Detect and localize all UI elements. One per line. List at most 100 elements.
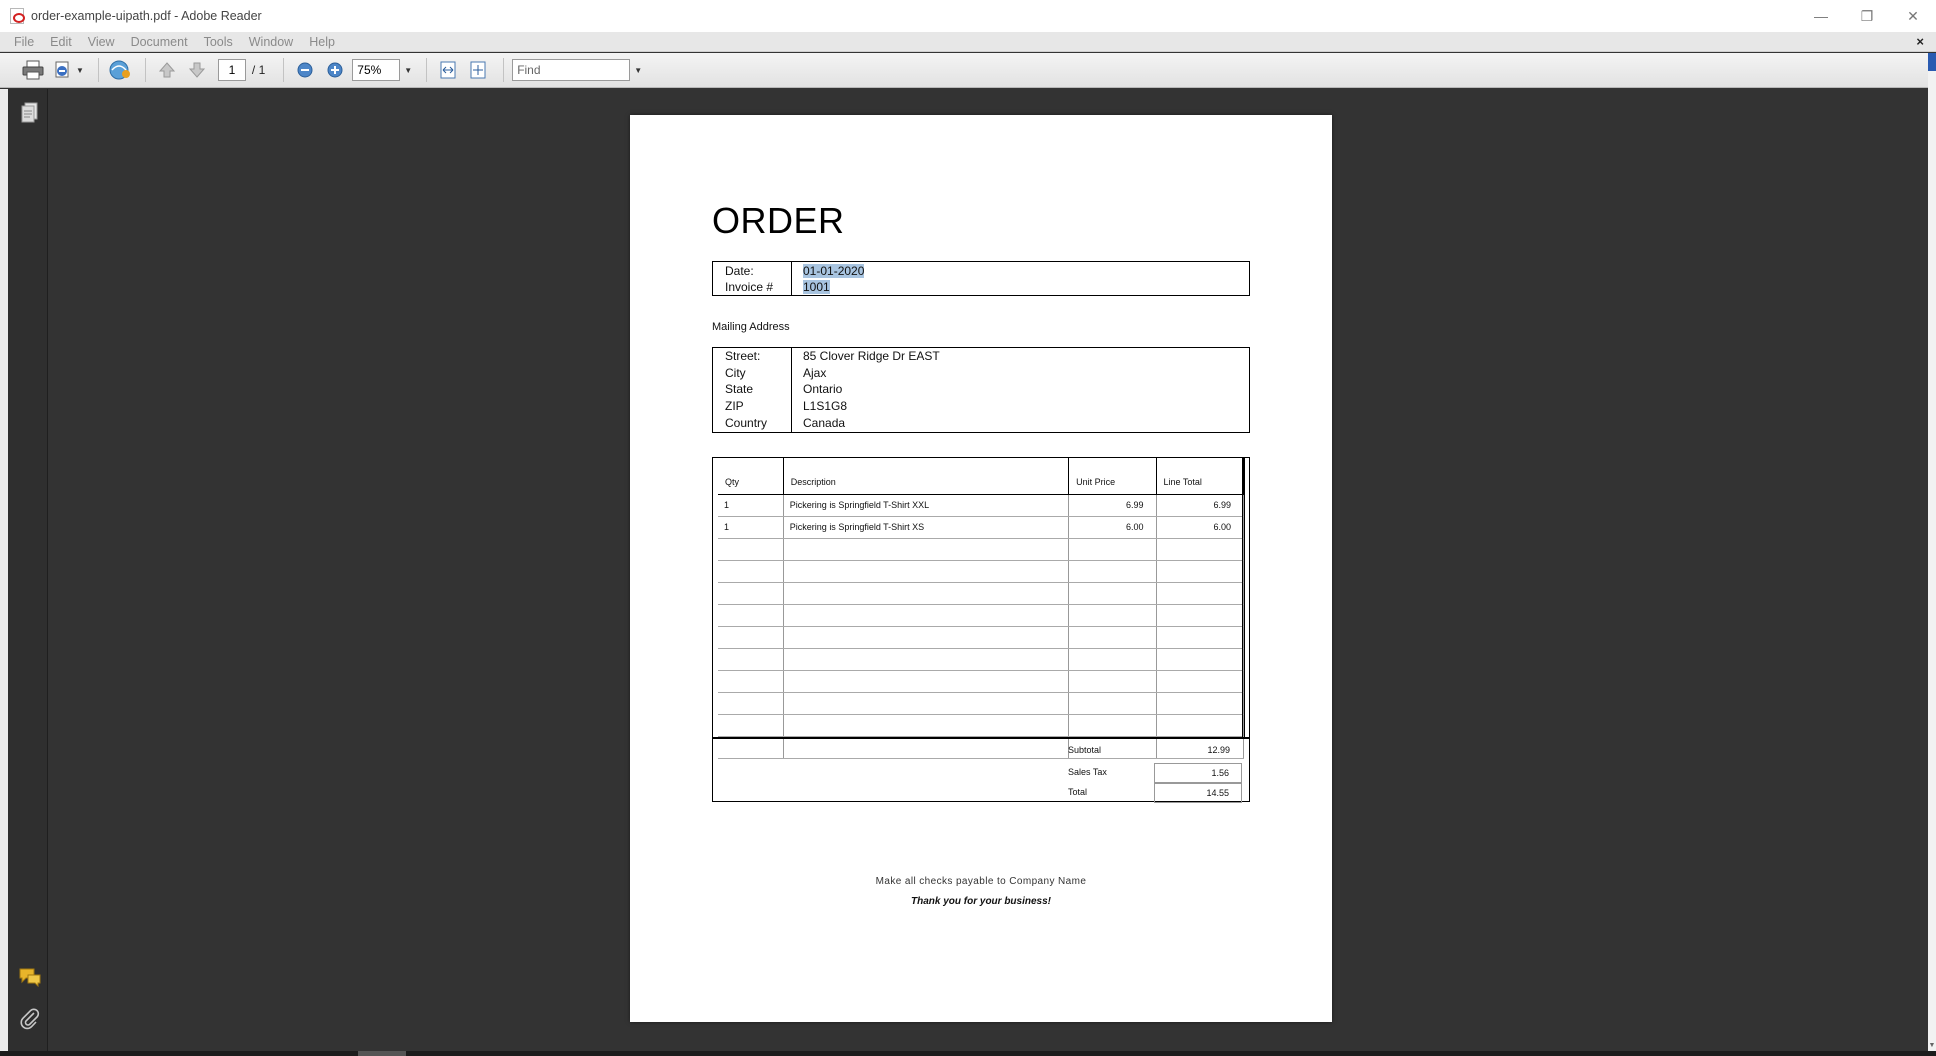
table-header-row: Qty Description Unit Price Line Total bbox=[718, 458, 1245, 495]
unit-price-cell bbox=[1068, 626, 1157, 649]
window-controls: — ❐ ✕ bbox=[1798, 0, 1936, 32]
qty-cell bbox=[718, 736, 784, 759]
title-bar: order-example-uipath.pdf - Adobe Reader … bbox=[0, 0, 1936, 32]
table-row bbox=[718, 538, 1245, 561]
fit-width-icon[interactable] bbox=[435, 57, 461, 83]
line-total-cell bbox=[1156, 648, 1245, 671]
qty-cell: 1 bbox=[718, 516, 784, 539]
horizontal-scrollbar[interactable] bbox=[0, 1051, 1936, 1056]
city-label: City bbox=[725, 366, 746, 380]
line-total-cell bbox=[1156, 692, 1245, 715]
menu-tools[interactable]: Tools bbox=[196, 35, 241, 49]
qty-cell bbox=[718, 714, 784, 737]
print-icon[interactable] bbox=[20, 57, 46, 83]
column-header-unit-price: Unit Price bbox=[1068, 458, 1157, 495]
page-total: / 1 bbox=[251, 63, 266, 77]
vertical-scrollbar[interactable]: ▼ bbox=[1928, 53, 1936, 1051]
table-row bbox=[718, 692, 1245, 715]
left-edge bbox=[0, 89, 8, 1056]
description-cell bbox=[783, 648, 1070, 671]
column-header-line-total: Line Total bbox=[1156, 458, 1245, 495]
menu-bar: File Edit View Document Tools Window Hel… bbox=[0, 32, 1936, 52]
table-row bbox=[718, 626, 1245, 649]
date-value[interactable]: 01-01-2020 bbox=[803, 264, 865, 278]
qty-cell bbox=[718, 560, 784, 583]
zoom-level-input[interactable]: 75% bbox=[352, 59, 401, 81]
thank-you-note: Thank you for your business! bbox=[910, 896, 1052, 907]
total-value: 14.55 bbox=[1154, 783, 1242, 803]
invoice-value[interactable]: 1001 bbox=[803, 280, 830, 294]
zoom-out-icon[interactable] bbox=[292, 57, 318, 83]
payment-note: Make all checks payable to Company Name bbox=[875, 876, 1087, 887]
description-cell bbox=[783, 736, 1070, 759]
column-header-description: Description bbox=[783, 458, 1070, 495]
qty-cell bbox=[718, 626, 784, 649]
close-button[interactable]: ✕ bbox=[1890, 0, 1936, 32]
menu-file[interactable]: File bbox=[6, 35, 42, 49]
scroll-down-arrow[interactable]: ▼ bbox=[1928, 1042, 1936, 1049]
address-box: Street: 85 Clover Ridge Dr EAST City Aja… bbox=[712, 347, 1250, 433]
zoom-dropdown[interactable]: ▼ bbox=[404, 66, 412, 75]
invoice-info-box: Date: Invoice # 01-01-2020 1001 bbox=[712, 261, 1250, 296]
horizontal-scroll-thumb[interactable] bbox=[358, 1051, 406, 1056]
unit-price-cell: 6.00 bbox=[1068, 516, 1157, 539]
window-title: order-example-uipath.pdf - Adobe Reader bbox=[31, 9, 262, 23]
comments-icon[interactable] bbox=[18, 965, 42, 989]
menu-document[interactable]: Document bbox=[123, 35, 196, 49]
table-row: 1 Pickering is Springfield T-Shirt XS 6.00… bbox=[718, 516, 1245, 539]
table-row bbox=[718, 648, 1245, 671]
menu-help[interactable]: Help bbox=[301, 35, 343, 49]
toolbar: ▼ 1 / 1 75% ▼ Find ▼ bbox=[0, 53, 1936, 88]
state-label: State bbox=[725, 382, 754, 396]
create-pdf-icon[interactable] bbox=[50, 57, 76, 83]
pages-panel-icon[interactable] bbox=[18, 101, 42, 125]
description-cell bbox=[783, 626, 1070, 649]
table-row bbox=[718, 670, 1245, 693]
menu-view[interactable]: View bbox=[80, 35, 123, 49]
unit-price-cell: 6.99 bbox=[1068, 494, 1157, 517]
pdf-page: ORDER Date: Invoice # 01-01-2020 1001 Ma… bbox=[630, 115, 1332, 1022]
table-row: 1 Pickering is Springfield T-Shirt XXL 6.9… bbox=[718, 494, 1245, 517]
collaborate-icon[interactable] bbox=[107, 57, 133, 83]
zip-label: ZIP bbox=[725, 399, 744, 413]
unit-price-cell bbox=[1068, 604, 1157, 627]
description-cell: Pickering is Springfield T-Shirt XXL bbox=[783, 494, 1070, 517]
unit-price-cell bbox=[1068, 582, 1157, 605]
description-cell: Pickering is Springfield T-Shirt XS bbox=[783, 516, 1070, 539]
fit-page-icon[interactable] bbox=[465, 57, 491, 83]
find-dropdown[interactable]: ▼ bbox=[634, 66, 642, 75]
create-pdf-dropdown[interactable]: ▼ bbox=[76, 66, 84, 75]
find-input[interactable]: Find bbox=[512, 59, 631, 81]
total-label: Total bbox=[1068, 787, 1088, 797]
next-page-icon[interactable] bbox=[184, 57, 210, 83]
qty-cell: 1 bbox=[718, 494, 784, 517]
minimize-button[interactable]: — bbox=[1798, 0, 1844, 32]
previous-page-icon[interactable] bbox=[154, 57, 180, 83]
zip-value: L1S1G8 bbox=[803, 399, 848, 413]
line-total-cell bbox=[1156, 626, 1245, 649]
street-label: Street: bbox=[725, 349, 761, 363]
line-total-cell bbox=[1156, 582, 1245, 605]
restore-button[interactable]: ❐ bbox=[1844, 0, 1890, 32]
qty-cell bbox=[718, 692, 784, 715]
description-cell bbox=[783, 670, 1070, 693]
unit-price-cell bbox=[1068, 692, 1157, 715]
zoom-in-icon[interactable] bbox=[322, 57, 348, 83]
qty-cell bbox=[718, 538, 784, 561]
line-total-cell: 6.99 bbox=[1156, 494, 1245, 517]
document-heading: ORDER bbox=[712, 200, 845, 241]
order-items-box: Qty Description Unit Price Line Total 1P… bbox=[712, 457, 1250, 803]
line-total-cell bbox=[1156, 560, 1245, 583]
page-number-input[interactable]: 1 bbox=[217, 59, 246, 81]
attachment-icon[interactable] bbox=[18, 1007, 42, 1031]
pdf-file-icon bbox=[10, 8, 25, 24]
scroll-thumb[interactable] bbox=[1928, 53, 1936, 71]
order-items-table: Qty Description Unit Price Line Total 1P… bbox=[718, 458, 1245, 759]
unit-price-cell bbox=[1068, 648, 1157, 671]
menu-window[interactable]: Window bbox=[241, 35, 301, 49]
table-row bbox=[718, 714, 1245, 737]
country-label: Country bbox=[725, 416, 768, 430]
menu-edit[interactable]: Edit bbox=[42, 35, 80, 49]
close-document-button[interactable]: × bbox=[1916, 34, 1924, 49]
mailing-address-label: Mailing Address bbox=[712, 321, 790, 333]
